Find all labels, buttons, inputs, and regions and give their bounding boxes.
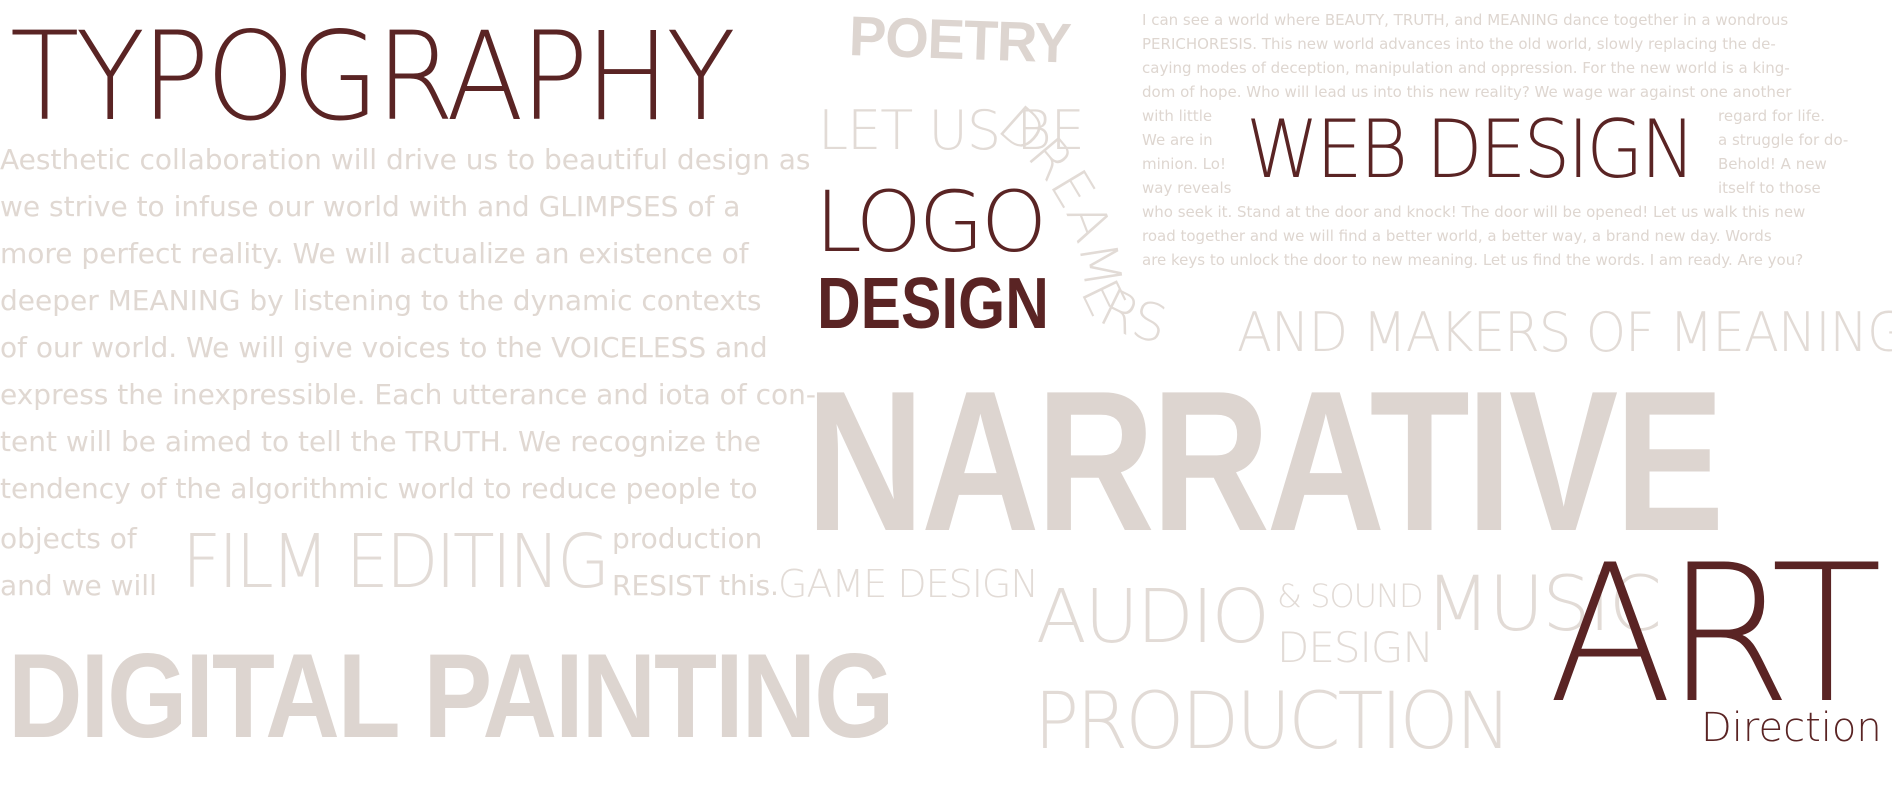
paragraph-fragment: Behold! A new	[1718, 155, 1827, 173]
paragraph-fragment: objects of	[0, 522, 137, 555]
paragraph-fragment: with little	[1142, 107, 1213, 125]
paragraph-line: caying modes of deception, manipulation …	[1142, 59, 1790, 77]
paragraph-line: I can see a world where BEAUTY, TRUTH, a…	[1142, 11, 1789, 29]
paragraph-fragment: way reveals	[1142, 179, 1232, 197]
paragraph-line: express the inexpressible. Each utteranc…	[0, 378, 816, 411]
logo-design-heading: DESIGN	[817, 264, 1049, 344]
paragraph-line: more perfect reality. We will actualize …	[0, 237, 749, 270]
paragraph-line: road together and we will find a better …	[1142, 227, 1772, 245]
paragraph-fragment: RESIST this.	[612, 569, 779, 602]
logo-heading: LOGO	[815, 173, 1047, 271]
paragraph-line: deeper MEANING by listening to the dynam…	[0, 284, 762, 317]
poetry-heading: POETRY	[847, 4, 1072, 75]
paragraph-line: Aesthetic collaboration will drive us to…	[0, 143, 811, 176]
paragraph-line: dom of hope. Who will lead us into this …	[1142, 83, 1792, 101]
manifesto-paragraph-right-bottom: who seek it. Stand at the door and knock…	[1142, 200, 1805, 272]
paragraph-fragment: minion. Lo!	[1142, 155, 1226, 173]
paragraph-line: tendency of the algorithmic world to red…	[0, 472, 758, 505]
digital-painting-heading: DIGITAL PAINTING	[8, 629, 894, 763]
paragraph-fragment: a struggle for do-	[1718, 131, 1849, 149]
paragraph-line: are keys to unlock the door to new meani…	[1142, 251, 1804, 269]
paragraph-fragment: itself to those	[1718, 179, 1821, 197]
film-editing-heading: FILM EDITING	[182, 519, 610, 605]
web-design-heading: WEB DESIGN	[1246, 103, 1696, 196]
paragraph-line: who seek it. Stand at the door and knock…	[1142, 203, 1806, 221]
paragraph-line: tent will be aimed to tell the TRUTH. We…	[0, 425, 761, 458]
typography-heading: TYPOGRAPHY	[10, 6, 736, 148]
production-heading: PRODUCTION	[1034, 677, 1512, 767]
manifesto-paragraph-right: I can see a world where BEAUTY, TRUTH, a…	[1142, 8, 1791, 104]
paragraph-left-fragments: with little We are in minion. Lo! way re…	[1142, 104, 1231, 200]
direction-text: Direction	[1701, 705, 1882, 751]
paragraph-fragment: and we will	[0, 569, 157, 602]
game-design-heading: GAME DESIGN	[778, 562, 1039, 606]
audio-heading: AUDIO	[1036, 574, 1270, 660]
paragraph-line: PERICHORESIS. This new world advances in…	[1142, 35, 1776, 53]
sound-heading: & SOUND	[1277, 577, 1424, 615]
sound-design-heading: DESIGN	[1277, 623, 1434, 672]
paragraph-fragment: production	[612, 522, 763, 555]
paragraph-right-fragments: regard for life. a struggle for do- Beho…	[1718, 104, 1848, 200]
paragraph-line: we strive to infuse our world with and G…	[0, 190, 741, 223]
paragraph-line: of our world. We will give voices to the…	[0, 331, 768, 364]
paragraph-fragment: We are in	[1142, 131, 1213, 149]
typography-collage: TYPOGRAPHY Aesthetic collaboration will …	[0, 0, 1892, 809]
manifesto-paragraph-left: Aesthetic collaboration will drive us to…	[0, 146, 816, 522]
art-heading: ART	[1548, 524, 1882, 745]
paragraph-fragment: regard for life.	[1718, 107, 1825, 125]
